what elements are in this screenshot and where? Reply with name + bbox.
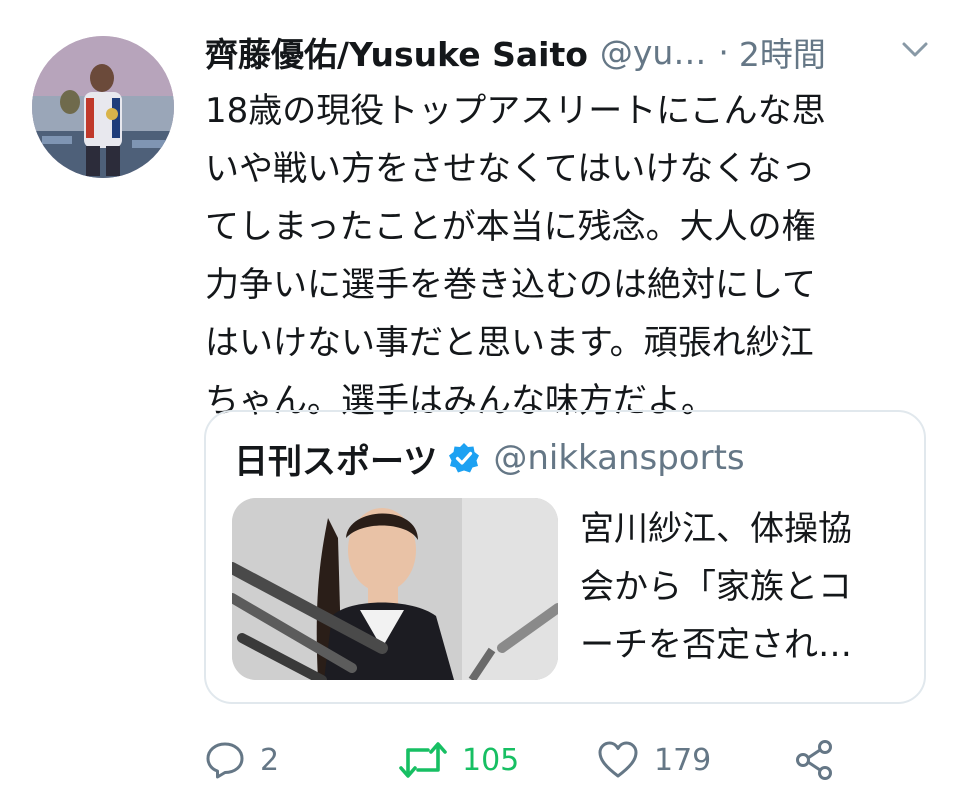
quoted-tweet-card[interactable]: 日刊スポーツ @nikkansports 宮川紗江、体操協 会から「家族とコ ー… (204, 410, 926, 704)
retweet-button[interactable]: 105 (398, 725, 519, 795)
share-button[interactable] (794, 725, 834, 795)
reply-count: 2 (260, 742, 280, 778)
chevron-down-icon[interactable] (901, 40, 929, 60)
reply-button[interactable]: 2 (204, 725, 279, 795)
quoted-author-name: 日刊スポーツ (234, 441, 438, 482)
tweet-text: 18歳の現役トップアスリートにこんな思 いや戦い方をさせなくてはいけなくなっ て… (205, 91, 826, 421)
like-count: 179 (654, 742, 712, 778)
author-avatar[interactable] (32, 36, 174, 178)
tweet-timestamp[interactable]: 2時間 (739, 28, 826, 76)
like-button[interactable]: 179 (596, 725, 711, 795)
press-conference-photo (232, 498, 558, 680)
quoted-tweet-thumbnail (232, 498, 558, 680)
retweet-count: 105 (462, 742, 520, 778)
quoted-tweet-text: 宮川紗江、体操協 会から「家族とコ ーチを否定され… (580, 509, 852, 665)
share-icon (796, 740, 832, 780)
tweet-header: 齊藤優佑/Yusuke Saito @yu… · 2時間 (205, 24, 935, 80)
author-handle[interactable]: @yu… (600, 33, 706, 72)
reply-icon (206, 742, 244, 779)
avatar-photo (32, 36, 174, 178)
retweet-icon (399, 742, 447, 778)
tweet-actions: 2 105 179 (0, 725, 960, 795)
verified-badge-icon (449, 443, 480, 473)
quoted-author-handle: @nikkansports (493, 438, 745, 478)
heart-icon (598, 741, 638, 778)
quoted-tweet-header: 日刊スポーツ @nikkansports (234, 430, 745, 486)
header-separator: · (718, 32, 729, 72)
author-name[interactable]: 齊藤優佑/Yusuke Saito (205, 28, 588, 76)
